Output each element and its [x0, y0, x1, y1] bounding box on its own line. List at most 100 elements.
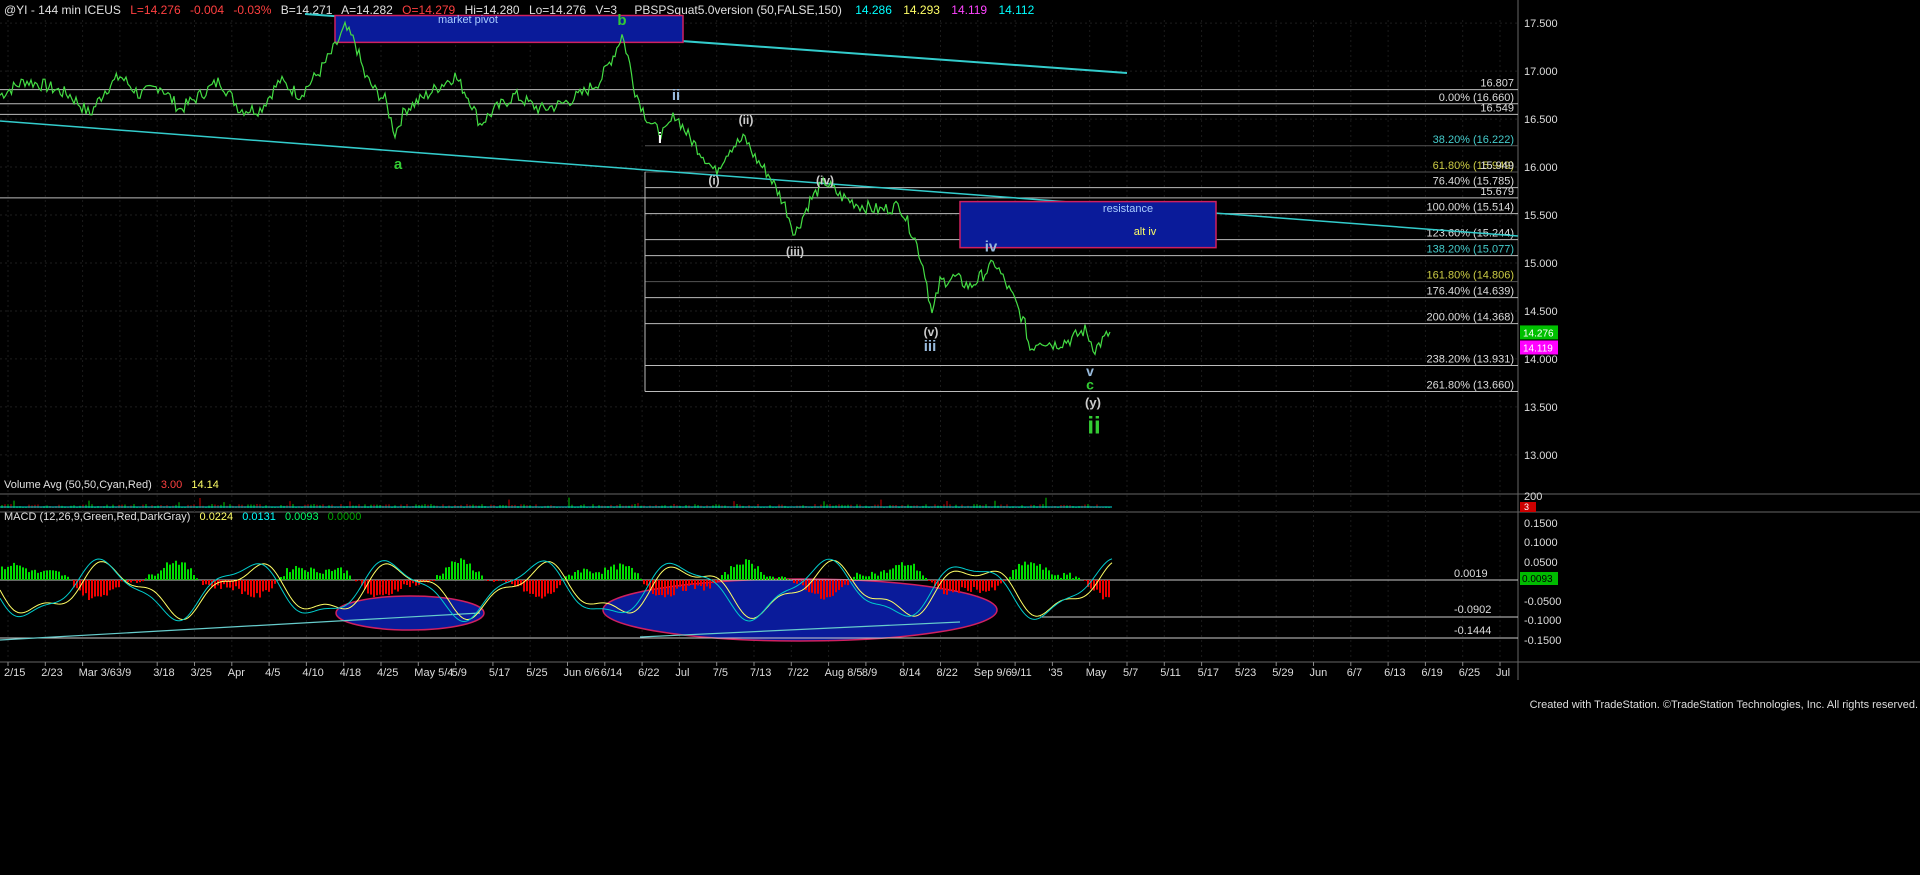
wave-label: iii — [924, 338, 937, 355]
resistance-box — [959, 200, 1217, 249]
time-tick-label: 6/25 — [1459, 667, 1480, 679]
header-change: -0.004 — [190, 3, 224, 17]
time-tick-label: May — [1086, 667, 1107, 679]
volume-v1: 3.00 — [161, 479, 182, 491]
time-tick-label: Sep 9/6 — [974, 667, 1012, 679]
time-tick-label: 5/11 — [1160, 667, 1181, 679]
time-tick-label: 5/25 — [526, 667, 547, 679]
price-tick-label: 13.500 — [1524, 402, 1558, 414]
fib-label: 261.80% (13.660) — [1427, 380, 1514, 392]
macd-v1: 0.0224 — [200, 511, 234, 523]
wave-label: (ii) — [739, 113, 754, 127]
price-tick-label: 13.000 — [1524, 450, 1558, 462]
header-last: L=14.276 — [130, 3, 181, 17]
macd-level-label-1: 0.0019 — [1454, 568, 1488, 580]
time-tick-label: 4/5 — [265, 667, 280, 679]
header-ind-value-4: 14.112 — [998, 3, 1034, 17]
time-tick-label: Aug 8/5 — [825, 667, 863, 679]
fib-label: 15.949 — [1480, 160, 1514, 172]
wave-label: c — [1086, 377, 1094, 393]
fib-label: 200.00% (14.368) — [1427, 312, 1514, 324]
price-tick-label: 15.500 — [1524, 210, 1558, 222]
alt-iv-label: alt iv — [1134, 226, 1157, 238]
fib-label: 238.20% (13.931) — [1427, 354, 1514, 366]
price-tick-label: 17.500 — [1524, 18, 1558, 30]
time-tick-label: 6/22 — [638, 667, 659, 679]
time-tick-label: 7/13 — [750, 667, 771, 679]
wave-label: ii — [1087, 413, 1100, 440]
time-tick-label: Jul — [675, 667, 689, 679]
time-tick-label: '35 — [1048, 667, 1062, 679]
market-pivot-box — [334, 14, 684, 44]
fib-label: 100.00% (15.514) — [1427, 202, 1514, 214]
wave-label: iv — [985, 238, 998, 255]
time-tick-label: Jul — [1496, 667, 1510, 679]
macd-tick-label: -0.0500 — [1524, 596, 1561, 608]
macd-current: 0.0093 — [1522, 574, 1553, 585]
header-change-pct: -0.03% — [233, 3, 271, 17]
time-tick-label: 6/14 — [601, 667, 622, 679]
time-tick-label: Jun — [1310, 667, 1328, 679]
price-tag-label: 14.119 — [1523, 343, 1553, 354]
fib-label: 15.679 — [1480, 186, 1514, 198]
time-tick-label: 8/22 — [937, 667, 958, 679]
price-tag-label: 14.276 — [1523, 328, 1554, 339]
time-tick-label: 6/7 — [1347, 667, 1362, 679]
macd-level-label-2: -0.0902 — [1454, 604, 1491, 616]
time-tick-label: Mar 3/6 — [79, 667, 116, 679]
time-tick-label: 6/19 — [1421, 667, 1442, 679]
wave-label: (i) — [708, 173, 719, 187]
market-pivot-label: market pivot — [438, 14, 498, 26]
fib-label: 16.549 — [1480, 102, 1514, 114]
header-ind-value-1: 14.286 — [855, 3, 892, 17]
footer-credit: Created with TradeStation. ©TradeStation… — [1530, 699, 1918, 711]
time-tick-label: 6/13 — [1384, 667, 1405, 679]
macd-level-label-3: -0.1444 — [1454, 625, 1491, 637]
macd-v4: 0.0000 — [328, 511, 362, 523]
macd-tick-label: 0.1000 — [1524, 537, 1558, 549]
time-tick-label: 4/10 — [302, 667, 323, 679]
chart-background — [0, 0, 1920, 870]
header-ind-value-3: 14.119 — [951, 3, 987, 17]
time-tick-label: 5/29 — [1272, 667, 1293, 679]
price-tick-label: 16.500 — [1524, 114, 1558, 126]
time-tick-label: 2/15 — [4, 667, 25, 679]
volume-current: 3 — [1524, 502, 1529, 512]
time-tick-label: 3/25 — [191, 667, 212, 679]
time-tick-label: 7/5 — [713, 667, 728, 679]
fib-label: 176.40% (14.639) — [1427, 286, 1514, 298]
macd-divergence-ellipse-1 — [335, 595, 485, 631]
price-tick-label: 14.500 — [1524, 306, 1558, 318]
wave-label: (y) — [1085, 395, 1101, 410]
time-tick-label: 5/17 — [1198, 667, 1219, 679]
time-tick-label: 2/23 — [41, 667, 62, 679]
wave-label: b — [617, 12, 626, 29]
macd-tick-label: -0.1000 — [1524, 615, 1561, 627]
wave-label: (v) — [924, 325, 939, 339]
macd-v3: 0.0093 — [285, 511, 319, 523]
time-tick-label: 5/7 — [1123, 667, 1138, 679]
macd-panel-legend: MACD (12,26,9,Green,Red,DarkGray) 0.0224… — [4, 511, 361, 523]
time-tick-label: 8/14 — [899, 667, 920, 679]
price-tick-label: 15.000 — [1524, 258, 1558, 270]
volume-title: Volume Avg (50,50,Cyan,Red) — [4, 479, 152, 491]
time-tick-label: 5/17 — [489, 667, 510, 679]
fib-label: 161.80% (14.806) — [1427, 270, 1514, 282]
time-tick-label: 5/23 — [1235, 667, 1256, 679]
wave-label: i — [658, 130, 662, 147]
time-tick-label: 8/9 — [862, 667, 877, 679]
price-tick-label: 17.000 — [1524, 66, 1558, 78]
time-tick-label: 9/11 — [1011, 667, 1032, 679]
wave-label: ii — [672, 87, 680, 104]
time-tick-label: 5/9 — [452, 667, 467, 679]
macd-tick-label: 0.1500 — [1524, 518, 1558, 530]
time-tick-label: Apr — [228, 667, 245, 679]
time-tick-label: Jun 6/6 — [564, 667, 600, 679]
header-ind-value-2: 14.293 — [903, 3, 940, 17]
wave-label: (iv) — [816, 173, 834, 187]
macd-v2: 0.0131 — [242, 511, 276, 523]
time-tick-label: 4/18 — [340, 667, 361, 679]
macd-title: MACD (12,26,9,Green,Red,DarkGray) — [4, 511, 190, 523]
volume-v2: 14.14 — [191, 479, 219, 491]
time-tick-label: 3/18 — [153, 667, 174, 679]
